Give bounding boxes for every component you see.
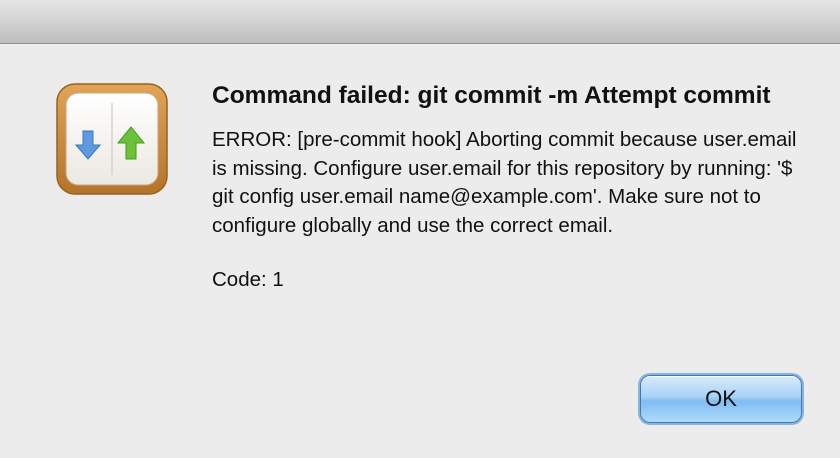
error-code: Code: 1: [212, 268, 284, 291]
window-titlebar[interactable]: [0, 0, 840, 44]
error-message: ERROR: [pre-commit hook] Aborting commit…: [212, 128, 803, 237]
error-dialog: Command failed: git commit -m Attempt co…: [0, 0, 840, 458]
app-icon-graphic: [56, 83, 168, 195]
app-icon: [56, 83, 168, 195]
dialog-content: Command failed: git commit -m Attempt co…: [212, 80, 812, 294]
dialog-title: Command failed: git commit -m Attempt co…: [212, 82, 771, 109]
ok-button[interactable]: OK: [640, 375, 802, 423]
